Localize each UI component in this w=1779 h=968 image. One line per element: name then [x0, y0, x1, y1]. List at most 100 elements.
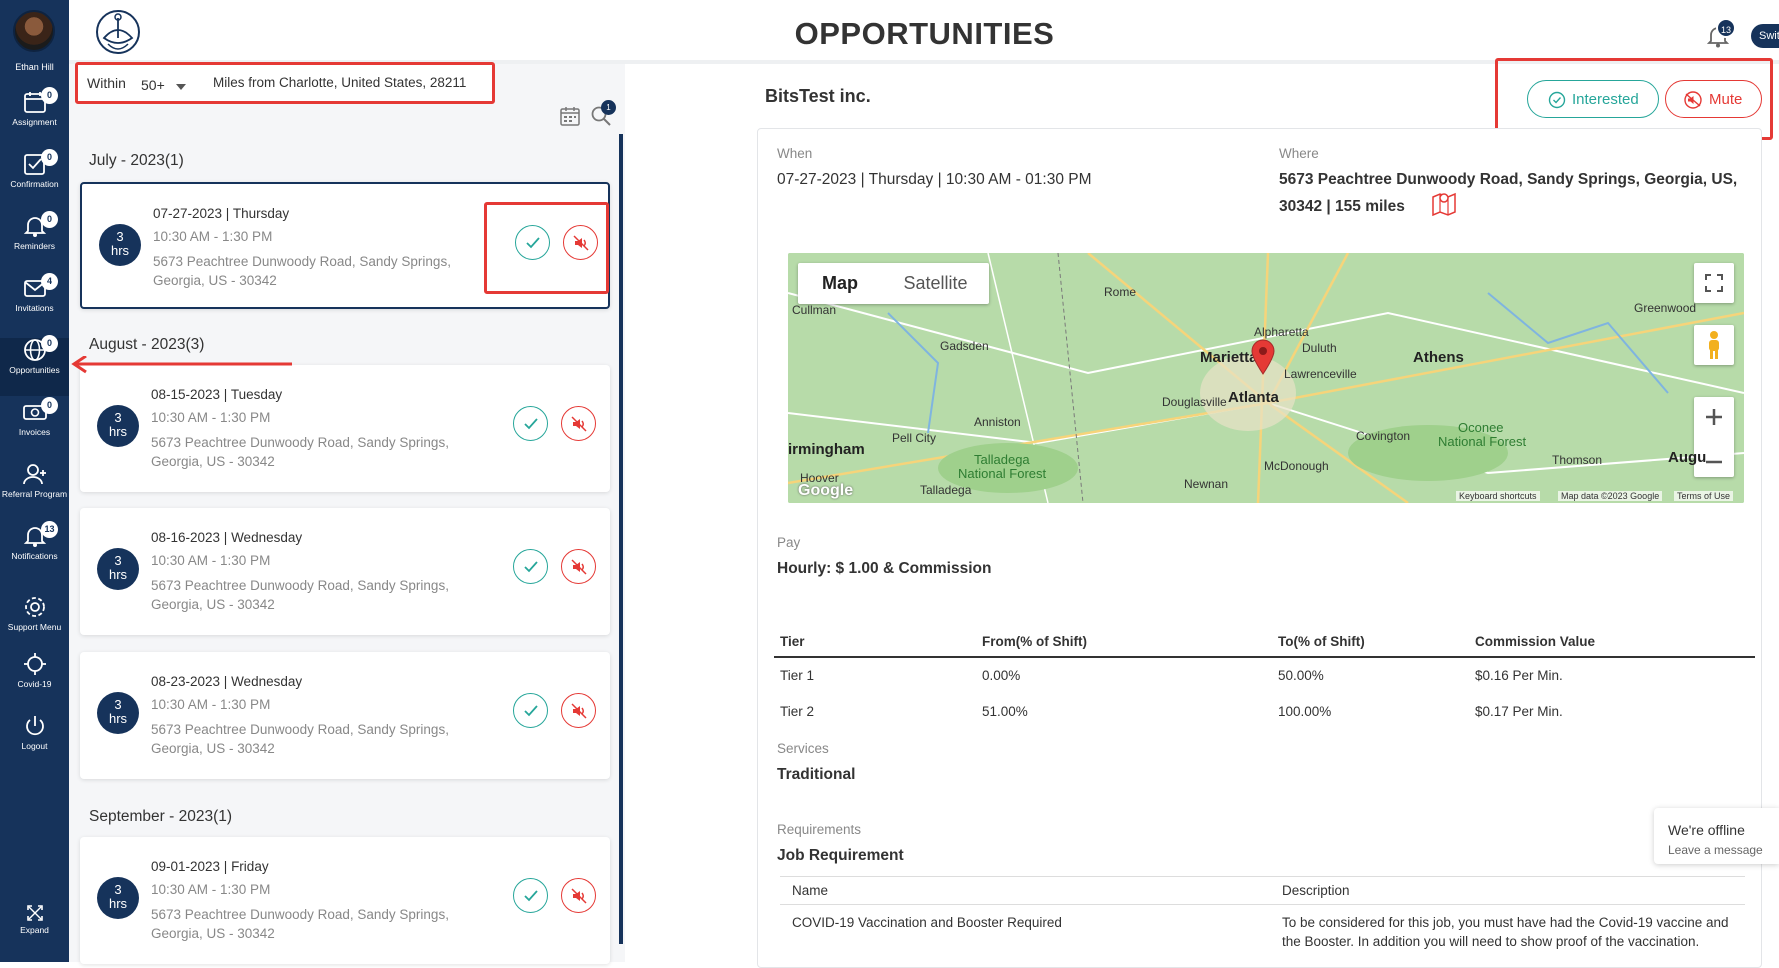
- distance-filter: Within 50+ Miles from Charlotte, United …: [75, 62, 495, 104]
- zoom-in-icon[interactable]: [1704, 407, 1724, 427]
- table-row: Tier 1 0.00% 50.00% $0.16 Per Min.: [774, 657, 1755, 693]
- card-address: 5673 Peachtree Dunwoody Road, Sandy Spri…: [153, 254, 451, 288]
- sidebar-item-assignment[interactable]: 0 Assignment: [0, 87, 69, 148]
- table-cell: Tier 1: [780, 668, 815, 683]
- check-icon: [523, 418, 538, 430]
- expand-icon: [26, 905, 43, 921]
- map[interactable]: Map Satellite Cullman Rome Gadsden Alpha…: [788, 253, 1744, 503]
- chat-widget[interactable]: We're offline Leave a message: [1654, 808, 1779, 864]
- column-header: Commission Value: [1469, 627, 1755, 658]
- sidebar-item-logout[interactable]: Logout: [0, 714, 69, 772]
- table-cell: 51.00%: [982, 703, 1028, 719]
- satellite-tab[interactable]: Satellite: [882, 263, 989, 304]
- terms-of-use-link[interactable]: Terms of Use: [1674, 491, 1734, 501]
- opportunity-card[interactable]: 3 hrs 08-16-2023 | Wednesday 10:30 AM - 1…: [80, 508, 610, 635]
- add-user-icon: [22, 464, 46, 485]
- map-label: Greenwood: [1634, 301, 1697, 315]
- scrollbar-thumb[interactable]: [619, 134, 623, 944]
- sidebar-item-invitations[interactable]: 4 Invitations: [0, 273, 69, 334]
- miles-select[interactable]: 50+: [141, 77, 165, 93]
- sidebar-item-label: Expand: [20, 925, 49, 935]
- column-header: To(% of Shift): [1272, 627, 1469, 658]
- accept-button[interactable]: [513, 406, 548, 441]
- sidebar-item-reminders[interactable]: 0 Reminders: [0, 211, 69, 272]
- requirements-table: Name Description COVID-19 Vaccination an…: [780, 876, 1745, 959]
- card-address: 5673 Peachtree Dunwoody Road, Sandy Spri…: [151, 435, 449, 469]
- interested-label: Interested: [1572, 91, 1639, 108]
- table-header-row: Tier From(% of Shift) To(% of Shift) Com…: [774, 627, 1755, 658]
- duration-hours: 3: [116, 229, 124, 244]
- table-cell: $0.17 Per Min.: [1475, 703, 1563, 719]
- sidebar-item-confirmation[interactable]: 0 Confirmation: [0, 149, 69, 210]
- accept-button[interactable]: [513, 693, 548, 728]
- services-label: Services: [777, 741, 829, 756]
- table-row: COVID-19 Vaccination and Booster Require…: [780, 905, 1745, 960]
- map-tab[interactable]: Map: [798, 263, 882, 304]
- miles-from-text: Miles from Charlotte, United States, 282…: [213, 75, 467, 90]
- user-name: Ethan Hill: [15, 62, 54, 72]
- keyboard-shortcuts-link[interactable]: Keyboard shortcuts: [1456, 491, 1540, 501]
- table-row: Tier 2 51.00% 100.00% $0.17 Per Min.: [774, 693, 1755, 729]
- duration-badge: 3 hrs: [99, 224, 141, 266]
- map-label: Oconee: [1458, 420, 1504, 435]
- mute-button[interactable]: [561, 878, 596, 913]
- mute-button[interactable]: [561, 693, 596, 728]
- location-pin-icon: [1251, 339, 1275, 375]
- map-label: Cullman: [792, 303, 837, 317]
- table-cell: $0.16 Per Min.: [1475, 668, 1563, 683]
- map-label: McDonough: [1264, 459, 1329, 473]
- opportunity-card[interactable]: 3 hrs 08-23-2023 | Wednesday 10:30 AM - 1…: [80, 652, 610, 779]
- sidebar: Ethan Hill 0 Assignment 0 Confirmation 0…: [0, 0, 69, 962]
- sidebar-item-label: Reminders: [13, 241, 56, 251]
- job-requirement-title: Job Requirement: [777, 847, 904, 864]
- expand-button[interactable]: Expand: [0, 904, 69, 962]
- map-label: Douglasville: [1162, 395, 1227, 409]
- when-value: 07-27-2023 | Thursday | 10:30 AM - 01:30…: [777, 171, 1092, 188]
- sidebar-item-referral-program[interactable]: Referral Program: [0, 462, 69, 520]
- switch-button[interactable]: Swit: [1751, 24, 1779, 48]
- sidebar-item-covid-19[interactable]: Covid-19: [0, 652, 69, 710]
- calendar-icon[interactable]: [559, 105, 581, 127]
- interested-button[interactable]: Interested: [1527, 80, 1659, 118]
- map-label: Pell City: [892, 431, 937, 445]
- mute-button[interactable]: [561, 549, 596, 584]
- map-label: Duluth: [1302, 341, 1337, 355]
- opportunity-card[interactable]: 3 hrs 09-01-2023 | Friday 10:30 AM - 1:30…: [80, 837, 610, 964]
- table-cell: 0.00%: [982, 668, 1021, 683]
- column-header: From(% of Shift): [976, 627, 1272, 658]
- map-label: Lawrenceville: [1284, 367, 1357, 381]
- map-label: Covington: [1356, 429, 1411, 443]
- map-label: irmingham: [788, 441, 865, 458]
- table-cell: 100.00%: [1278, 703, 1332, 719]
- accept-button[interactable]: [513, 549, 548, 584]
- mute-button[interactable]: [561, 406, 596, 441]
- fullscreen-button[interactable]: [1694, 263, 1734, 303]
- column-header: Tier: [774, 627, 976, 658]
- sidebar-item-support-menu[interactable]: Support Menu: [0, 595, 69, 653]
- card-date: 08-16-2023 | Wednesday: [151, 530, 303, 545]
- accept-button[interactable]: [513, 878, 548, 913]
- duration-unit: hrs: [108, 711, 128, 726]
- pay-label: Pay: [777, 535, 801, 550]
- zoom-out-icon[interactable]: [1704, 452, 1724, 472]
- check-icon: [523, 890, 538, 902]
- sidebar-item-opportunities[interactable]: 0 Opportunities: [0, 335, 69, 396]
- chevron-down-icon[interactable]: [176, 84, 186, 90]
- card-time: 10:30 AM - 1:30 PM: [151, 882, 271, 897]
- mute-opportunity-button[interactable]: Mute: [1665, 80, 1762, 118]
- mute-icon: [1684, 91, 1702, 109]
- duration-hours: 3: [114, 410, 122, 425]
- card-address: 5673 Peachtree Dunwoody Road, Sandy Spri…: [151, 578, 449, 612]
- table-cell: 50.00%: [1278, 668, 1324, 683]
- chat-status: We're offline: [1668, 822, 1745, 838]
- street-view-button[interactable]: [1694, 325, 1734, 365]
- map-icon[interactable]: [1430, 190, 1458, 216]
- opportunity-card[interactable]: 3 hrs 08-15-2023 | Tuesday 10:30 AM - 1:3…: [80, 365, 610, 492]
- card-time: 10:30 AM - 1:30 PM: [151, 697, 271, 712]
- badge: 13: [41, 521, 58, 538]
- map-label: Alpharetta: [1254, 325, 1309, 339]
- month-header: September - 2023(1): [89, 808, 233, 825]
- duration-hours: 3: [114, 553, 122, 568]
- sidebar-item-notifications[interactable]: 13 Notifications: [0, 521, 69, 582]
- sidebar-item-invoices[interactable]: 0 Invoices: [0, 397, 69, 458]
